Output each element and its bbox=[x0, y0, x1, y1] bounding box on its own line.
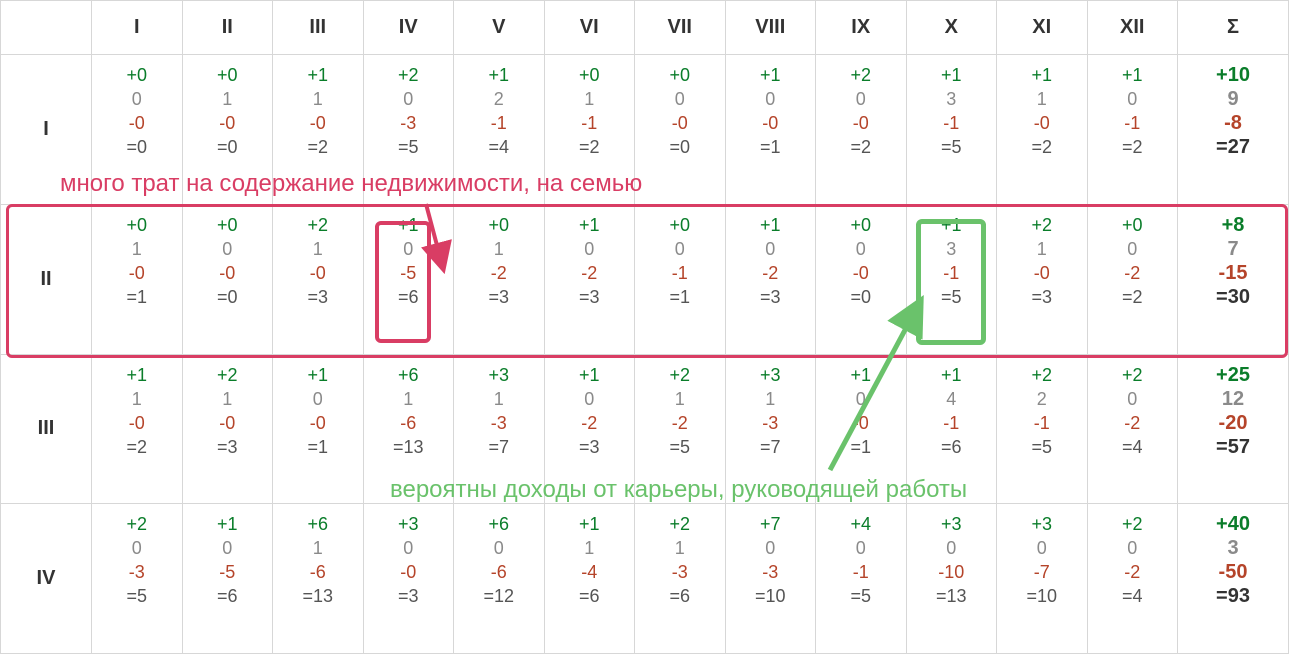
arrow-green-icon bbox=[0, 0, 1289, 654]
